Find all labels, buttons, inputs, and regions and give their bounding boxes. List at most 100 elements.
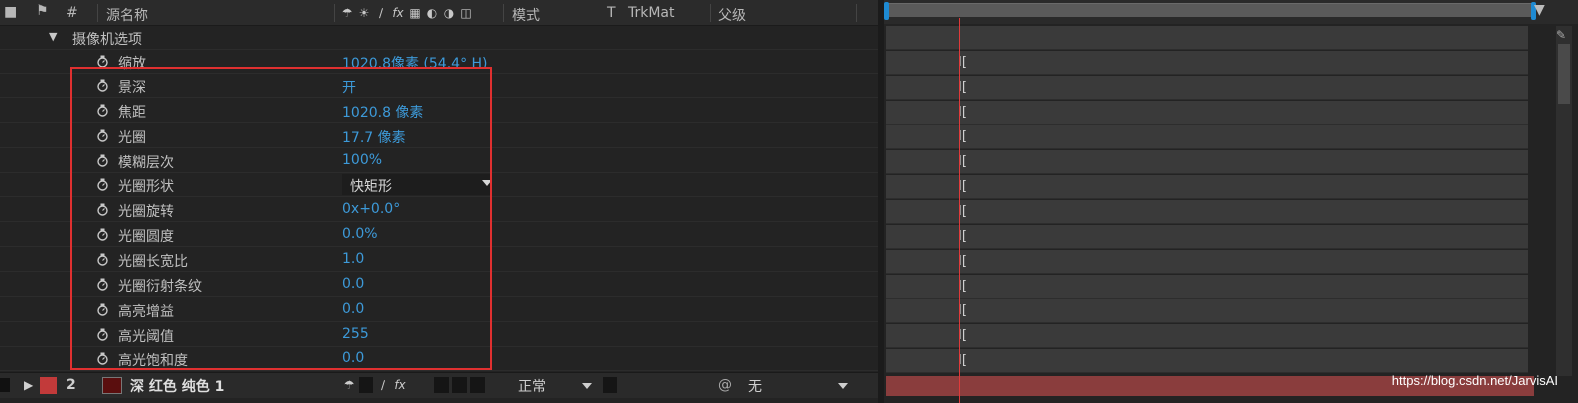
pick-whip-icon[interactable]: @ — [718, 377, 732, 393]
property-row[interactable]: 高光阈值 255 — [0, 323, 878, 347]
property-value[interactable]: 1020.8像素 (54.4° H) — [342, 53, 488, 67]
column-source-name[interactable]: 源名称 — [106, 5, 148, 25]
property-value[interactable]: 0x+0.0° — [342, 201, 400, 217]
stopwatch-icon[interactable] — [96, 303, 109, 316]
property-row[interactable]: 高亮增益 0.0 — [0, 298, 878, 322]
timeline-track-row[interactable]: I[ — [886, 349, 1528, 373]
aperture-shape-dropdown[interactable]: 快矩形 — [342, 174, 492, 195]
work-area-start-handle[interactable] — [884, 2, 889, 20]
property-value[interactable]: 255 — [342, 326, 369, 342]
property-value[interactable]: 17.7 像素 — [342, 127, 406, 147]
stopwatch-icon[interactable] — [96, 104, 109, 117]
stopwatch-icon[interactable] — [96, 253, 109, 266]
property-name: 光圈长宽比 — [118, 254, 188, 270]
stopwatch-icon[interactable] — [96, 55, 109, 68]
stopwatch-icon[interactable] — [96, 79, 109, 92]
quality-icon[interactable]: ∕ — [376, 377, 390, 393]
property-row[interactable]: 高光饱和度 0.0 — [0, 347, 878, 371]
adjustment-switch[interactable] — [470, 377, 485, 393]
motion-blur-switch[interactable] — [452, 377, 467, 393]
playhead-line[interactable] — [959, 22, 960, 403]
visibility-toggle[interactable] — [0, 378, 10, 392]
frame-blend-switch[interactable] — [434, 377, 449, 393]
layer-row[interactable]: ▶ 2 深 红色 纯色 1 ☂ ∕ fx 正常 @ 无 — [0, 372, 878, 398]
stopwatch-icon[interactable] — [96, 352, 109, 365]
timeline-track-row[interactable]: I[ — [886, 101, 1528, 125]
property-value[interactable]: 0.0 — [342, 350, 364, 366]
timeline-track-row[interactable]: I[ — [886, 250, 1528, 274]
scrollbar-thumb[interactable] — [1558, 44, 1570, 104]
property-name: 光圈 — [118, 130, 146, 146]
property-value[interactable]: 0.0 — [342, 301, 364, 317]
timeline-panel: ▼ I[I[I[I[I[I[I[I[I[I[I[I[I[ ✎ https://b… — [884, 0, 1578, 403]
timeline-track-row[interactable]: I[ — [886, 175, 1528, 199]
property-value[interactable]: 0.0 — [342, 276, 364, 292]
blend-mode-dropdown[interactable]: 正常 — [512, 376, 596, 396]
property-row[interactable]: 光圈形状 快矩形 — [0, 173, 878, 197]
collapse-icon[interactable]: ☀ — [357, 6, 371, 20]
stopwatch-icon[interactable] — [96, 203, 109, 216]
timeline-track-row[interactable]: I[ — [886, 299, 1528, 323]
timeline-track-row[interactable]: I[ — [886, 225, 1528, 249]
stopwatch-icon[interactable] — [96, 178, 109, 191]
column-separator — [856, 4, 857, 22]
property-value[interactable]: 100% — [342, 152, 382, 168]
label-tag-icon[interactable]: ⚑ — [36, 3, 49, 19]
column-parent[interactable]: 父级 — [718, 5, 746, 25]
timeline-track-row[interactable]: I[ — [886, 51, 1528, 75]
property-row[interactable]: 光圈衍射条纹 0.0 — [0, 273, 878, 297]
property-value[interactable]: 开 — [342, 77, 356, 97]
property-row[interactable]: 光圈圆度 0.0% — [0, 223, 878, 247]
collapse-switch[interactable] — [359, 377, 373, 393]
property-value[interactable]: 0.0% — [342, 226, 378, 242]
fx-icon[interactable]: fx — [393, 377, 407, 393]
column-t[interactable]: T — [607, 5, 616, 21]
timeline-track-row[interactable] — [886, 26, 1528, 50]
property-row[interactable]: 焦距 1020.8 像素 — [0, 99, 878, 123]
lock-column-icon[interactable]: ■ — [4, 4, 17, 20]
timeline-track-row[interactable]: I[ — [886, 150, 1528, 174]
stopwatch-icon[interactable] — [96, 129, 109, 142]
column-number[interactable]: # — [66, 5, 78, 21]
preserve-transparency-toggle[interactable] — [603, 377, 617, 393]
collapse-triangle-icon[interactable]: ▶ — [24, 378, 33, 392]
expand-triangle-icon[interactable]: ▼ — [49, 30, 57, 43]
adjustment-layer-icon[interactable]: ◑ — [442, 6, 456, 20]
parent-dropdown[interactable]: 无 — [740, 376, 852, 396]
property-row[interactable]: 模糊层次 100% — [0, 149, 878, 173]
timeline-track-row[interactable]: I[ — [886, 275, 1528, 299]
3d-layer-icon[interactable]: ◫ — [459, 6, 473, 20]
property-value[interactable]: 1.0 — [342, 251, 364, 267]
label-color-swatch[interactable] — [40, 377, 57, 394]
property-row[interactable]: 光圈长宽比 1.0 — [0, 248, 878, 272]
vertical-scrollbar[interactable]: ✎ — [1556, 26, 1572, 376]
layer-name[interactable]: 深 红色 纯色 1 — [130, 376, 224, 396]
motion-blur-icon[interactable]: ◐ — [425, 6, 439, 20]
column-mode[interactable]: 模式 — [512, 5, 540, 25]
property-value[interactable]: 1020.8 像素 — [342, 102, 423, 122]
camera-options-label: 摄像机选项 — [72, 32, 142, 48]
timeline-track-row[interactable]: I[ — [886, 76, 1528, 100]
property-row-zoom[interactable]: 缩放 1020.8像素 (54.4° H) — [0, 50, 878, 74]
property-row[interactable]: 光圈 17.7 像素 — [0, 124, 878, 148]
property-row[interactable]: 景深 开 — [0, 74, 878, 98]
comp-marker-bin-icon[interactable]: ▼ — [1534, 2, 1545, 18]
shy-icon[interactable]: ☂ — [342, 377, 356, 393]
stopwatch-icon[interactable] — [96, 278, 109, 291]
timeline-track-row[interactable]: I[ — [886, 324, 1528, 348]
graph-editor-icon[interactable]: ✎ — [1556, 28, 1566, 42]
work-area-bar[interactable] — [884, 2, 1536, 20]
quality-icon[interactable]: ∕ — [374, 6, 388, 20]
fx-icon[interactable]: fx — [391, 6, 405, 20]
stopwatch-icon[interactable] — [96, 154, 109, 167]
stopwatch-icon[interactable] — [96, 328, 109, 341]
frame-blend-icon[interactable]: ▦ — [408, 6, 422, 20]
layer-switches-extra — [434, 377, 485, 393]
camera-options-group[interactable]: ▼ 摄像机选项 — [0, 26, 878, 50]
column-trkmat[interactable]: TrkMat — [628, 5, 675, 21]
property-row[interactable]: 光圈旋转 0x+0.0° — [0, 198, 878, 222]
shy-icon[interactable]: ☂ — [340, 6, 354, 20]
stopwatch-icon[interactable] — [96, 228, 109, 241]
timeline-track-row[interactable]: I[ — [886, 125, 1528, 149]
timeline-track-row[interactable]: I[ — [886, 200, 1528, 224]
